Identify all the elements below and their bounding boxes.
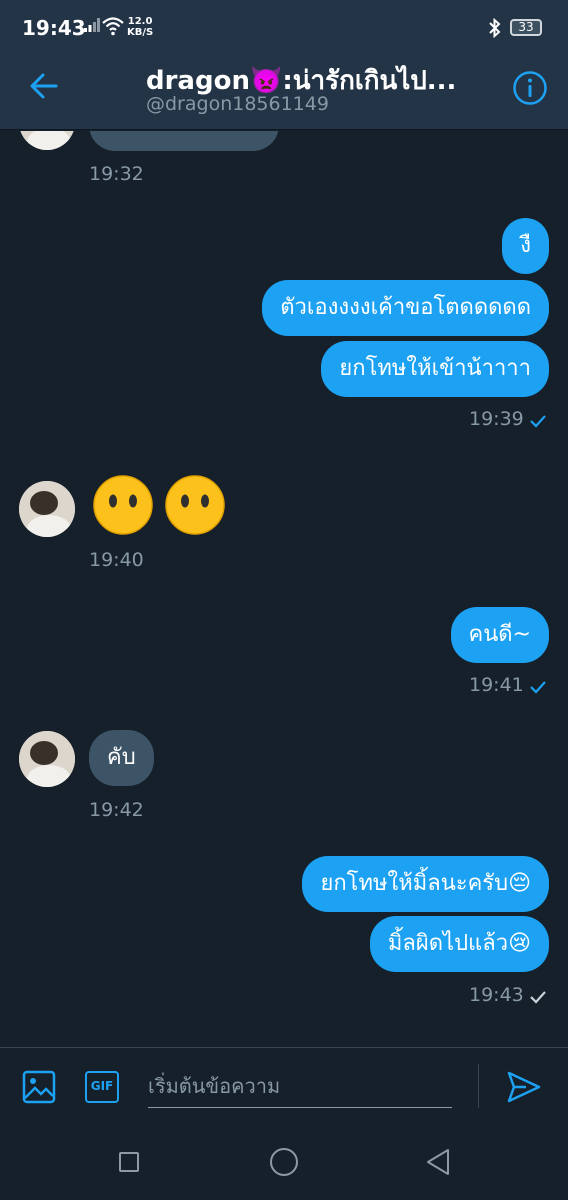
- message-bubble-outgoing[interactable]: งื: [502, 218, 549, 274]
- system-navigation-bar: [0, 1125, 568, 1200]
- conversation-handle: @dragon18561149: [146, 93, 329, 115]
- message-timestamp: 19:39: [469, 408, 524, 430]
- recents-icon[interactable]: [119, 1152, 139, 1172]
- message-input[interactable]: เริ่มต้นข้อความ: [148, 1068, 452, 1108]
- message-bubble-outgoing[interactable]: คนดี~: [450, 607, 549, 663]
- back-arrow-icon[interactable]: [28, 70, 60, 102]
- composer-divider: [478, 1064, 479, 1108]
- wifi-icon: [102, 17, 124, 36]
- message-bubble-outgoing[interactable]: ยกโทษให้เข้าน้าาาา: [321, 341, 549, 397]
- face-without-mouth-icon: [165, 475, 225, 535]
- avatar[interactable]: [19, 731, 75, 787]
- message-composer: GIF เริ่มต้นข้อความ: [0, 1047, 568, 1125]
- message-bubble-outgoing[interactable]: มิ้ลผิดไปแล้ว😢: [369, 916, 549, 972]
- gif-button[interactable]: GIF: [85, 1071, 119, 1103]
- message-bubble-outgoing[interactable]: ยกโทษให้มิ้ลนะครับ😔: [302, 856, 549, 912]
- read-check-icon: [530, 415, 546, 428]
- status-bar: 19:43 12.0 KB/S 33: [0, 0, 568, 44]
- message-list[interactable]: 19:32 งื ตัวเองงงงเค้าขอโตดดดดด ยกโทษให้…: [0, 131, 568, 1047]
- message-timestamp: 19:43: [469, 984, 524, 1006]
- info-icon[interactable]: [512, 70, 548, 106]
- read-check-icon: [530, 681, 546, 694]
- signal-icon: [84, 18, 100, 32]
- emoji-message[interactable]: [92, 474, 232, 540]
- avatar[interactable]: [19, 481, 75, 537]
- image-icon[interactable]: [22, 1070, 56, 1104]
- message-bubble-incoming[interactable]: [89, 131, 279, 151]
- battery-indicator: 33: [510, 19, 542, 36]
- sent-check-icon: [530, 991, 546, 1004]
- send-icon[interactable]: [506, 1070, 542, 1104]
- bluetooth-icon: [489, 18, 501, 38]
- conversation-header: dragon👿:น่ารักเกินไป... @dragon18561149: [0, 44, 568, 130]
- message-timestamp: 19:32: [89, 163, 144, 185]
- status-time: 19:43: [22, 16, 86, 40]
- message-bubble-outgoing[interactable]: ตัวเองงงงเค้าขอโตดดดดด: [262, 280, 549, 336]
- message-timestamp: 19:40: [89, 549, 144, 571]
- message-timestamp: 19:41: [469, 674, 524, 696]
- message-timestamp: 19:42: [89, 799, 144, 821]
- message-bubble-incoming[interactable]: คับ: [89, 730, 154, 786]
- avatar[interactable]: [19, 131, 75, 150]
- face-without-mouth-icon: [93, 475, 153, 535]
- nav-back-icon[interactable]: [425, 1148, 451, 1176]
- home-icon[interactable]: [270, 1148, 298, 1176]
- network-speed: 12.0 KB/S: [127, 16, 154, 38]
